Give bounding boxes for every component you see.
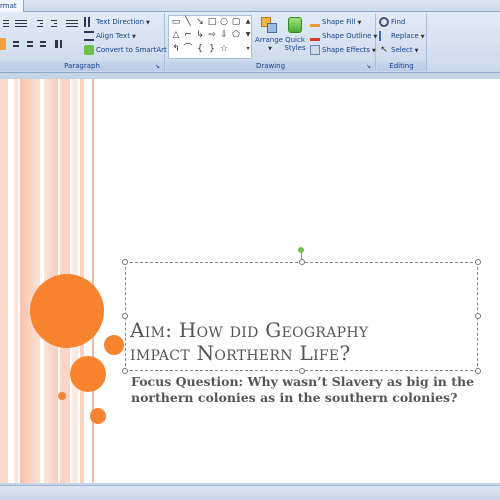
quick-styles-button[interactable]: Quick Styles [282, 15, 308, 59]
paragraph-dialog-launcher[interactable]: ↘ [154, 63, 161, 70]
oval-icon[interactable]: ○ [219, 17, 229, 27]
gallery-up-icon[interactable]: ▲ [243, 17, 253, 27]
curved-arrow-icon[interactable]: ↰ [171, 44, 181, 54]
small-orange-circle [90, 408, 106, 424]
text-box-icon[interactable]: ▭ [171, 17, 181, 27]
arrange-icon [260, 16, 278, 34]
gallery-more-icon[interactable]: ▾ [243, 44, 253, 54]
resize-handle-bottom-left[interactable] [122, 368, 128, 374]
right-arrow-icon[interactable]: ⇨ [207, 30, 217, 40]
resize-handle-top-left[interactable] [122, 259, 128, 265]
rounded-rect-icon[interactable]: ▢ [231, 17, 241, 27]
rectangle-icon[interactable]: □ [207, 17, 217, 27]
text-direction-icon [84, 17, 94, 27]
resize-handle-top-right[interactable] [475, 259, 481, 265]
drawing-dialog-launcher[interactable]: ↘ [365, 63, 372, 70]
shape-outline-button[interactable]: Shape Outline ▼ [310, 29, 377, 43]
align-left-button[interactable] [0, 38, 6, 50]
paragraph-group: Text Direction ▼ Align Text ▼ Convert to S… [0, 13, 173, 71]
increase-indent-button[interactable] [48, 17, 60, 29]
binoculars-icon [379, 17, 389, 27]
slide-editing-area: Aim: How did Geography impact Northern L… [0, 73, 500, 485]
elbow-arrow-icon[interactable]: ↳ [195, 30, 205, 40]
paint-bucket-icon [310, 17, 320, 27]
pen-icon [310, 31, 320, 41]
line-spacing-button[interactable] [63, 17, 81, 29]
convert-smartart-button[interactable]: Convert to SmartArt▼ [84, 43, 173, 57]
star-icon[interactable]: ☆ [219, 44, 229, 54]
shape-effects-button[interactable]: Shape Effects ▼ [310, 43, 376, 57]
decorative-stripe [20, 79, 40, 483]
ribbon: rmat Text Direction ▼ Align Text ▼ Conve… [0, 0, 500, 73]
large-orange-circle [30, 274, 104, 348]
paragraph-group-label: Paragraph [0, 61, 164, 71]
editing-group-label: Editing [377, 61, 426, 71]
align-text-icon [84, 31, 94, 41]
drawing-group-label: Drawing [166, 61, 375, 71]
arc-icon[interactable]: ⌒ [183, 44, 193, 54]
editing-group: Find Replace ▼ ↖ Select ▼ Editing [377, 13, 427, 71]
decorative-stripe [0, 79, 8, 483]
shape-effects-icon [310, 45, 320, 55]
slide-title-line: impact Northern Life? [130, 341, 351, 365]
align-text-button[interactable]: Align Text ▼ [84, 29, 136, 43]
slide-canvas[interactable]: Aim: How did Geography impact Northern L… [0, 79, 500, 483]
slide-subtitle-line: Focus Question: Why wasn’t Slavery as bi… [131, 374, 475, 389]
decrease-indent-button[interactable] [34, 17, 46, 29]
tiny-orange-circle [58, 392, 66, 400]
numbering-button[interactable] [12, 17, 30, 29]
shape-fill-button[interactable]: Shape Fill ▼ [310, 15, 361, 29]
resize-handle-left[interactable] [122, 313, 128, 319]
brace-right-icon[interactable]: } [207, 44, 217, 54]
columns-button[interactable] [52, 38, 68, 50]
shapes-gallery[interactable]: ▭ ╲ ↘ □ ○ ▢ △ ⌐ ↳ ⇨ ⇩ ⬠ ↰ ⌒ { } ☆ ▲ ▼ ▾ [168, 15, 252, 59]
line-icon[interactable]: ╲ [183, 17, 193, 27]
replace-icon [379, 31, 389, 41]
status-bar [0, 485, 500, 500]
brace-left-icon[interactable]: { [195, 44, 205, 54]
replace-button[interactable]: Replace ▼ [379, 29, 425, 43]
align-right-button[interactable] [24, 38, 36, 50]
pentagon-icon[interactable]: ⬠ [231, 30, 241, 40]
arrow-line-icon[interactable]: ↘ [195, 17, 205, 27]
decorative-stripe [14, 79, 18, 483]
arrange-button[interactable]: Arrange ▼ [254, 15, 284, 59]
bullets-button[interactable] [0, 17, 12, 29]
smartart-icon [84, 45, 94, 55]
drawing-group: ▭ ╲ ↘ □ ○ ▢ △ ⌐ ↳ ⇨ ⇩ ⬠ ↰ ⌒ { } ☆ ▲ ▼ ▾ [166, 13, 377, 71]
justify-button[interactable] [37, 38, 49, 50]
cursor-icon: ↖ [380, 45, 388, 55]
resize-handle-top[interactable] [299, 259, 305, 265]
down-arrow-icon[interactable]: ⇩ [219, 30, 229, 40]
find-button[interactable]: Find [379, 15, 405, 29]
slide-subtitle-line: northern colonies as in the southern col… [131, 390, 458, 405]
gallery-down-icon[interactable]: ▼ [243, 30, 253, 40]
slide-title-line: Aim: How did Geography [130, 318, 369, 342]
ribbon-tab-strip: rmat [0, 0, 500, 12]
slide-subtitle[interactable]: Focus Question: Why wasn’t Slavery as bi… [131, 374, 491, 406]
slide-title[interactable]: Aim: How did Geography impact Northern L… [130, 319, 480, 365]
triangle-icon[interactable]: △ [171, 30, 181, 40]
medium-orange-circle [70, 356, 106, 392]
quick-styles-icon [286, 16, 304, 34]
elbow-connector-icon[interactable]: ⌐ [183, 30, 193, 40]
align-center-button[interactable] [10, 38, 22, 50]
rotation-handle[interactable] [298, 247, 304, 253]
tab-format[interactable]: rmat [0, 0, 24, 12]
small-orange-circle [104, 335, 124, 355]
text-direction-button[interactable]: Text Direction ▼ [84, 15, 150, 29]
select-button[interactable]: ↖ Select ▼ [379, 43, 418, 57]
